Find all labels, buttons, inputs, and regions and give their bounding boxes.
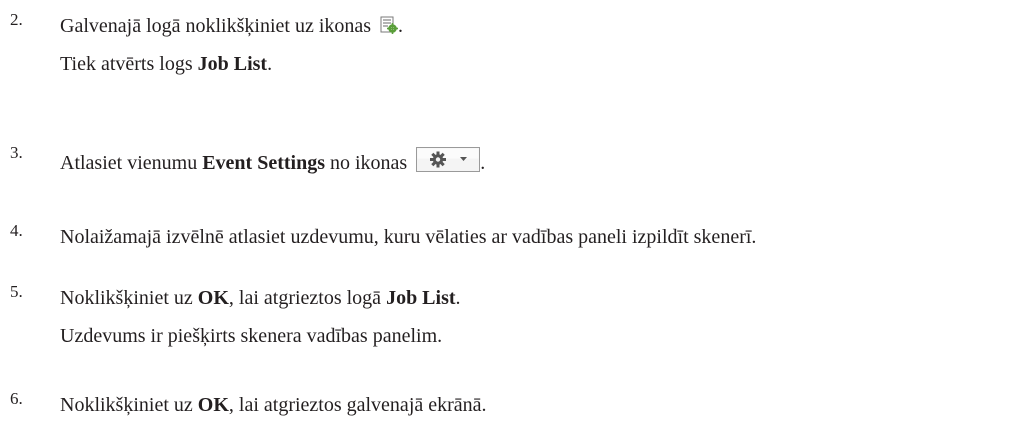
step-number: 3. xyxy=(10,143,23,162)
step-text: Nolaižamajā izvēlnē atlasiet uzdevumu, k… xyxy=(60,226,757,248)
step-result: Uzdevums ir piešķirts skenera vadības pa… xyxy=(60,325,443,347)
step-number: 6. xyxy=(10,389,23,408)
step-number: 4. xyxy=(10,221,23,240)
step-text: Atlasiet vienumu Event Settings no ikona… xyxy=(60,147,485,175)
step-number: 2. xyxy=(10,10,23,29)
step-text: Galvenajā logā noklikšķiniet uz ikonas . xyxy=(60,15,404,37)
step-text: Noklikšķiniet uz OK, lai atgrieztos galv… xyxy=(60,394,487,416)
step-result: Tiek atvērts logs Job List. xyxy=(60,53,273,75)
step-number: 5. xyxy=(10,282,23,301)
job-list-icon xyxy=(380,16,399,34)
gear-dropdown-icon xyxy=(416,147,481,172)
step-text: Noklikšķiniet uz OK, lai atgrieztos logā… xyxy=(60,287,461,309)
